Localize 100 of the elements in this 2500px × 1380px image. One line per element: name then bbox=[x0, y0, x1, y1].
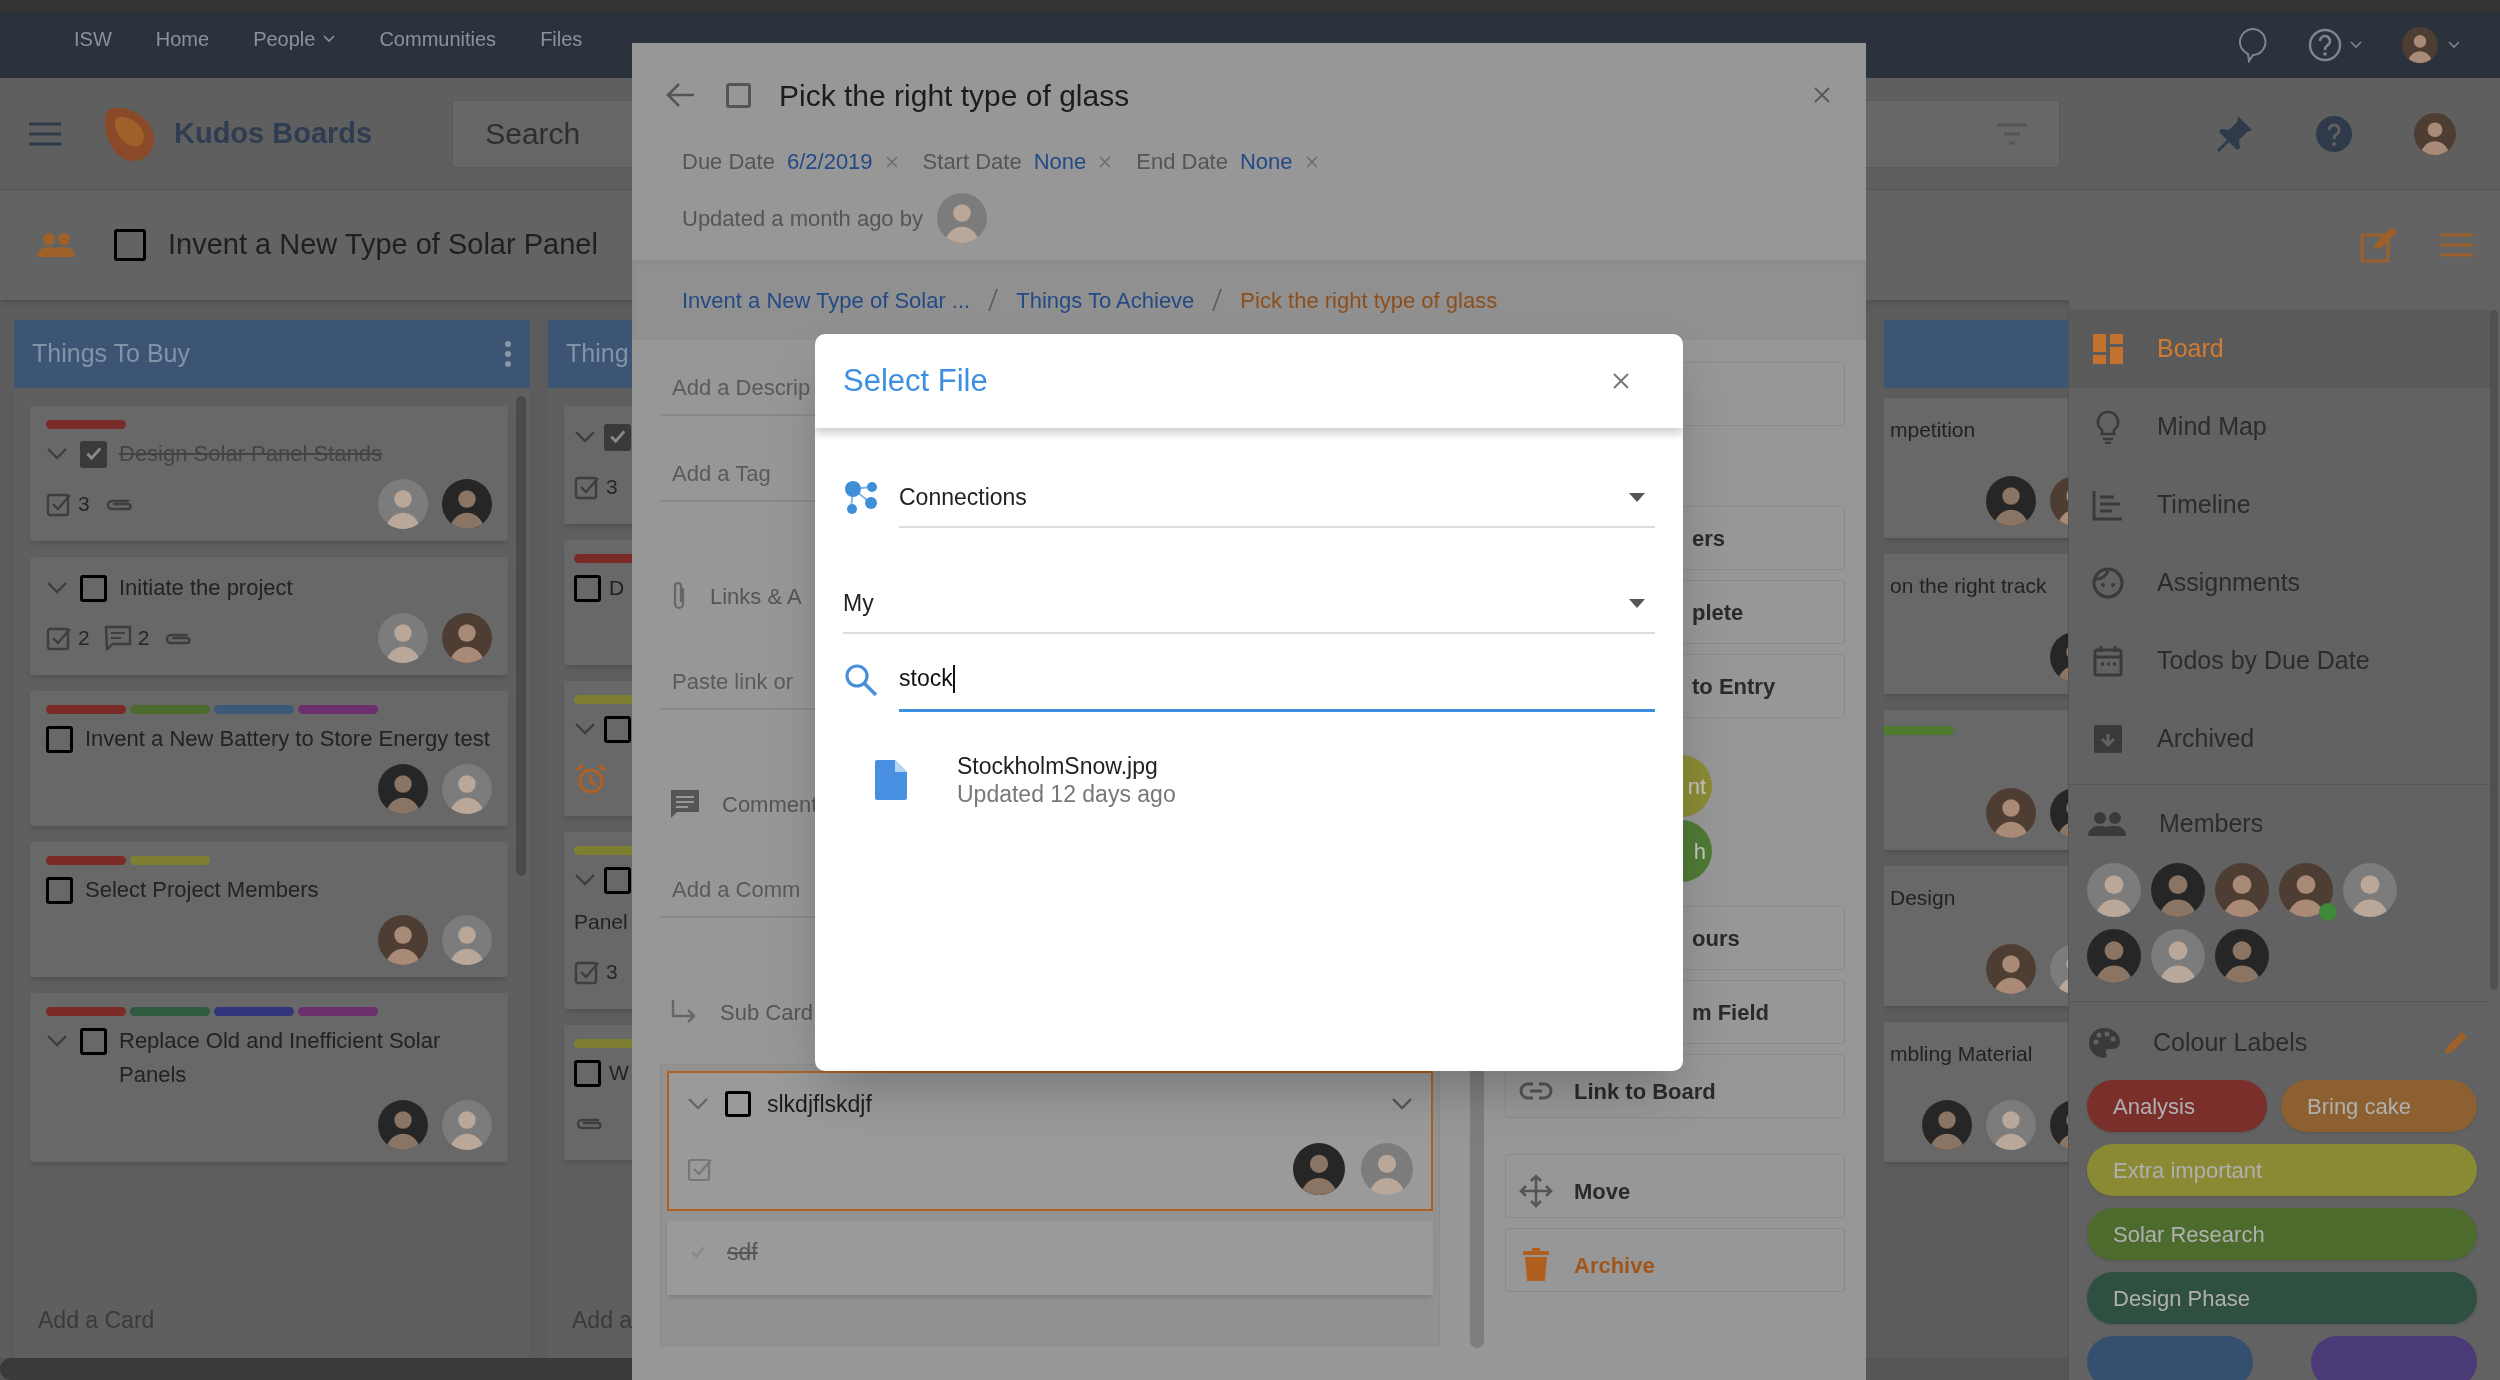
checkbox[interactable] bbox=[574, 574, 601, 602]
date-value[interactable]: 6/2/2019 bbox=[786, 145, 873, 178]
chevron-icon[interactable] bbox=[574, 873, 596, 887]
search-icon bbox=[843, 662, 879, 698]
chat-bubble-icon[interactable] bbox=[2236, 27, 2268, 63]
checkbox[interactable] bbox=[80, 574, 107, 602]
scope-dropdown[interactable]: My bbox=[843, 574, 1655, 634]
edit-icon[interactable] bbox=[2442, 1029, 2470, 1057]
checkbox[interactable] bbox=[114, 229, 146, 261]
action-button[interactable]: Move bbox=[1505, 1154, 1845, 1218]
smiley-icon bbox=[2092, 567, 2124, 599]
board-title: Invent a New Type of Solar Panel bbox=[168, 227, 598, 263]
chevron-icon[interactable] bbox=[574, 722, 596, 736]
view-item[interactable]: Board bbox=[2069, 310, 2490, 388]
card[interactable]: 3 bbox=[564, 406, 632, 524]
more-icon[interactable] bbox=[504, 340, 512, 368]
card-title[interactable]: Panel bbox=[574, 905, 632, 939]
nav-link[interactable]: Communities bbox=[379, 24, 497, 54]
close-icon[interactable] bbox=[1098, 154, 1113, 169]
nav-link[interactable]: Home bbox=[155, 24, 210, 54]
checklist-icon bbox=[46, 625, 72, 651]
card-title: Pick the right type of glass bbox=[779, 77, 1130, 114]
subcard-title[interactable]: slkdjflskdjf bbox=[767, 1087, 872, 1122]
checkbox[interactable] bbox=[80, 440, 107, 468]
checkbox[interactable] bbox=[46, 876, 73, 904]
checkbox[interactable] bbox=[80, 1027, 107, 1055]
card-title[interactable]: mbling Material bbox=[1884, 1038, 2068, 1070]
colour-label[interactable] bbox=[2087, 1336, 2253, 1380]
card-title[interactable]: on the right track bbox=[1884, 570, 2068, 602]
card[interactable]: Replace Old and Inefficient Solar Panels bbox=[30, 993, 508, 1162]
close-icon[interactable] bbox=[1812, 85, 1832, 105]
card[interactable]: Panel 3 bbox=[564, 832, 632, 1009]
source-dropdown[interactable]: Connections bbox=[899, 468, 1655, 528]
breadcrumb-link[interactable]: Pick the right type of glass bbox=[1240, 283, 1498, 317]
breadcrumb-link[interactable]: Invent a New Type of Solar ... bbox=[682, 283, 971, 317]
colour-label[interactable]: Solar Research bbox=[2087, 1208, 2477, 1260]
card[interactable]: Design bbox=[1884, 866, 2068, 1006]
checklist-icon bbox=[46, 491, 72, 517]
card-title[interactable]: Design bbox=[1884, 882, 2068, 914]
card[interactable] bbox=[1884, 710, 2068, 850]
colour-label[interactable] bbox=[2311, 1336, 2477, 1380]
checkbox[interactable] bbox=[46, 725, 73, 753]
checkbox[interactable] bbox=[726, 82, 751, 108]
section-title: Sub Card bbox=[720, 998, 813, 1027]
card[interactable]: W bbox=[564, 1025, 632, 1160]
card-title[interactable]: Initiate the project bbox=[119, 571, 293, 605]
nav-link[interactable]: ISW bbox=[74, 24, 112, 54]
card[interactable]: D bbox=[564, 540, 632, 665]
nav-link[interactable]: Files bbox=[540, 24, 583, 54]
colour-label[interactable]: Analysis bbox=[2087, 1080, 2267, 1132]
date-label: Start Date bbox=[922, 148, 1022, 176]
menu-icon[interactable] bbox=[28, 120, 62, 147]
card-title[interactable]: D bbox=[609, 571, 625, 605]
help-icon[interactable] bbox=[2316, 115, 2352, 152]
help-icon[interactable] bbox=[2308, 28, 2342, 62]
card[interactable]: Invent a New Battery to Store Energy test bbox=[30, 691, 508, 826]
card[interactable]: mpetition bbox=[1884, 398, 2068, 538]
close-icon[interactable] bbox=[1304, 154, 1319, 169]
colour-label[interactable]: Design Phase bbox=[2087, 1272, 2477, 1324]
dashboard-icon bbox=[2092, 333, 2124, 365]
close-icon[interactable] bbox=[884, 154, 899, 169]
card[interactable]: Initiate the project 2 2 bbox=[30, 557, 508, 675]
search-field[interactable]: stock bbox=[899, 648, 1655, 712]
subcard[interactable]: sdf bbox=[667, 1221, 1433, 1295]
card-title[interactable]: Select Project Members bbox=[85, 873, 319, 907]
file-name[interactable]: StockholmSnow.jpg bbox=[957, 752, 1176, 780]
card-title[interactable]: W bbox=[609, 1056, 629, 1090]
card[interactable]: mbling Material bbox=[1884, 1022, 2068, 1162]
palette-icon bbox=[2087, 1026, 2121, 1060]
checkbox[interactable] bbox=[725, 1091, 751, 1118]
caret-icon bbox=[1629, 598, 1645, 608]
checkbox[interactable] bbox=[574, 1059, 601, 1087]
file-meta: Updated 12 days ago bbox=[957, 780, 1176, 808]
comment-icon bbox=[670, 789, 700, 819]
date-label: End Date bbox=[1136, 148, 1228, 176]
card-title[interactable]: Replace Old and Inefficient Solar Panels bbox=[119, 1024, 492, 1092]
date-value[interactable]: None bbox=[1033, 145, 1087, 178]
card[interactable]: Select Project Members bbox=[30, 842, 508, 977]
back-arrow-icon[interactable] bbox=[666, 82, 696, 108]
colour-label[interactable]: Extra important bbox=[2087, 1144, 2477, 1196]
date-value[interactable]: None bbox=[1239, 145, 1293, 178]
chevron-icon[interactable] bbox=[1391, 1097, 1413, 1112]
card-title[interactable]: mpetition bbox=[1884, 414, 2068, 446]
subcard-title[interactable]: sdf bbox=[727, 1235, 758, 1270]
colour-label[interactable]: Bring cake bbox=[2281, 1080, 2477, 1132]
chevron-icon[interactable] bbox=[46, 581, 68, 595]
breadcrumb-link[interactable]: Things To Achieve bbox=[1016, 283, 1195, 317]
chevron-icon[interactable] bbox=[574, 430, 596, 444]
chevron-icon[interactable] bbox=[46, 447, 68, 461]
chevron-icon[interactable] bbox=[46, 1034, 68, 1048]
chevron-icon[interactable] bbox=[687, 1097, 709, 1112]
card[interactable]: on the right track bbox=[1884, 554, 2068, 694]
action-button[interactable]: Archive bbox=[1505, 1228, 1845, 1292]
subcard[interactable]: slkdjflskdjf bbox=[667, 1071, 1433, 1211]
close-icon[interactable] bbox=[1611, 371, 1631, 391]
nav-link[interactable]: People bbox=[253, 24, 336, 54]
timeline-icon bbox=[2092, 489, 2124, 521]
checkbox[interactable] bbox=[604, 423, 631, 451]
checklist-icon bbox=[687, 1156, 713, 1182]
card-title[interactable]: Invent a New Battery to Store Energy test bbox=[85, 722, 490, 756]
